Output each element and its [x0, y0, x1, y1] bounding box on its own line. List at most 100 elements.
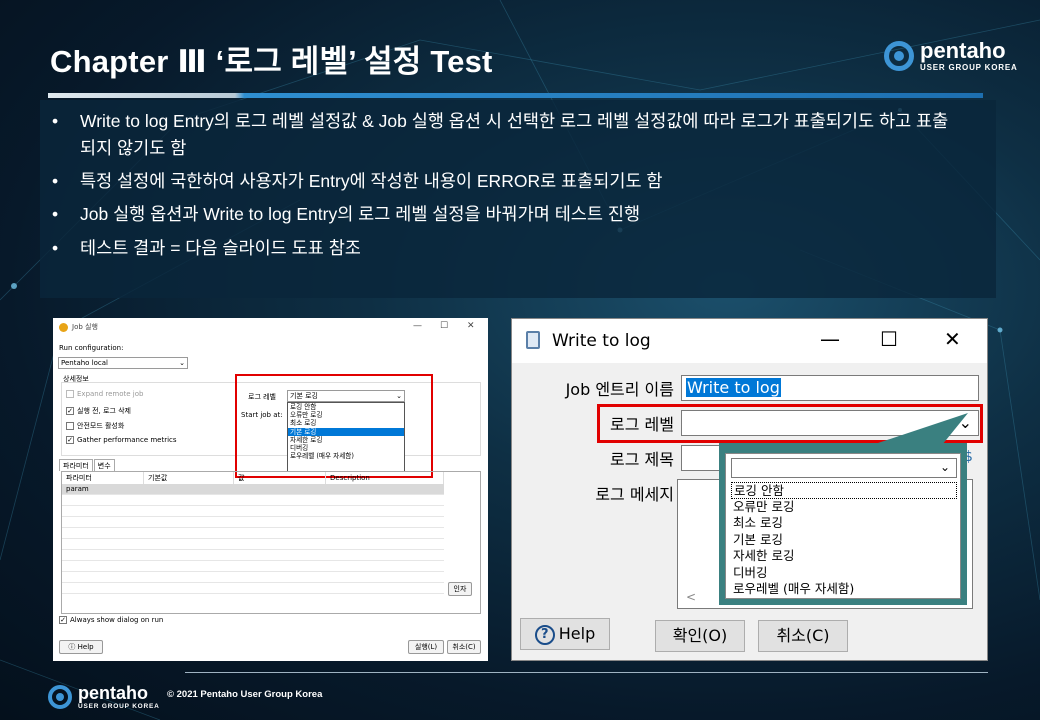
entry-name-input[interactable]: Write to log: [681, 375, 979, 401]
logo-name: pentaho: [78, 683, 148, 703]
bullet-item: Write to log Entry의 로그 레벨 설정값 & Job 실행 옵…: [52, 108, 952, 162]
table-cell: param: [66, 485, 89, 493]
minimize-icon[interactable]: —: [413, 321, 422, 331]
checkbox-checked-icon: ✓: [59, 616, 67, 624]
bullet-item: 테스트 결과 = 다음 슬라이드 도표 참조: [52, 235, 952, 262]
table-row[interactable]: [62, 550, 444, 561]
run-button[interactable]: 실행(L): [408, 640, 444, 654]
checkbox-checked-icon: ✓: [66, 436, 74, 444]
help-button[interactable]: ? Help: [520, 618, 610, 650]
table-row[interactable]: [62, 517, 444, 528]
run-config-select[interactable]: Pentaho local ⌄: [58, 357, 188, 369]
run-config-value: Pentaho local: [61, 359, 109, 367]
logo-subtitle: USER GROUP KOREA: [78, 703, 160, 710]
arguments-button[interactable]: 인자: [448, 582, 472, 596]
table-row[interactable]: [62, 572, 444, 583]
pentaho-logo-icon: [48, 685, 72, 710]
bullet-list: Write to log Entry의 로그 레벨 설정값 & Job 실행 옵…: [52, 108, 952, 268]
entry-name-label: Job 엔트리 이름: [565, 380, 674, 399]
close-icon[interactable]: ✕: [944, 327, 961, 351]
chevron-down-icon: ⌄: [179, 359, 185, 367]
dialog-titlebar: Job 실행: [53, 318, 488, 336]
checkbox-icon: [66, 390, 74, 398]
log-message-label: 로그 메세지: [595, 485, 674, 504]
table-row[interactable]: [62, 583, 444, 594]
cancel-button[interactable]: 취소(C): [758, 620, 848, 652]
tab-variables[interactable]: 변수: [93, 459, 115, 471]
chevron-down-icon: ⌄: [939, 460, 950, 474]
column-header: 파라미터: [62, 472, 144, 484]
callout-dropdown: ⌄ 로깅 안함 오류만 로깅 최소 로깅 기본 로깅 자세한 로깅 디버깅 로우…: [725, 453, 961, 599]
checkbox-label: 안전모드 활성화: [77, 422, 125, 430]
pentaho-logo-icon: [884, 41, 914, 71]
table-row[interactable]: [62, 539, 444, 550]
always-show-checkbox[interactable]: ✓ Always show dialog on run: [59, 616, 163, 624]
help-icon: ⓘ: [68, 643, 76, 651]
maximize-icon[interactable]: ☐: [440, 321, 448, 331]
dialog-title: Job 실행: [72, 323, 98, 331]
log-level-callout: ⌄ 로깅 안함 오류만 로깅 최소 로깅 기본 로깅 자세한 로깅 디버깅 로우…: [719, 443, 967, 605]
job-icon: [59, 322, 68, 332]
safe-mode-checkbox[interactable]: 안전모드 활성화: [66, 421, 124, 431]
document-icon: [526, 331, 540, 349]
expand-remote-checkbox[interactable]: Expand remote job: [66, 390, 143, 398]
highlight-box: [235, 374, 433, 478]
dialog-title: Write to log: [552, 331, 651, 351]
job-run-dialog: Job 실행 — ☐ ✕ Run configuration: Pentaho …: [53, 318, 488, 661]
dropdown-option[interactable]: 로깅 안함: [731, 482, 957, 499]
checkbox-label: Gather performance metrics: [77, 436, 177, 444]
cancel-button[interactable]: 취소(C): [447, 640, 481, 654]
pentaho-footer-logo: pentaho USER GROUP KOREA: [48, 684, 160, 711]
checkbox-label: Expand remote job: [77, 390, 144, 398]
close-icon[interactable]: ✕: [467, 321, 475, 331]
dropdown-option[interactable]: 오류만 로깅: [731, 499, 957, 516]
column-header: 값: [234, 472, 326, 484]
footer-divider: [185, 672, 988, 673]
maximize-icon[interactable]: ☐: [880, 327, 898, 351]
dropdown-option[interactable]: 자세한 로깅: [731, 548, 957, 565]
table-row[interactable]: [62, 506, 444, 517]
tab-bar: 파라미터 변수: [59, 459, 116, 471]
clear-log-checkbox[interactable]: ✓ 실행 전, 로그 삭제: [66, 406, 131, 416]
column-header: Description: [326, 472, 444, 484]
logo-subtitle: USER GROUP KOREA: [920, 63, 1018, 72]
dropdown-option[interactable]: 로우레벨 (매우 자세함): [731, 581, 957, 598]
dialog-titlebar: Write to log — ☐ ✕: [512, 319, 987, 363]
callout-select[interactable]: ⌄: [731, 458, 957, 478]
log-title-input[interactable]: [681, 445, 721, 471]
bullet-item: Job 실행 옵션과 Write to log Entry의 로그 레벨 설정을…: [52, 201, 952, 228]
copyright-text: © 2021 Pentaho User Group Korea: [167, 689, 323, 700]
tab-parameters[interactable]: 파라미터: [59, 459, 93, 471]
slide-title: Chapter Ⅲ ‘로그 레벨’ 설정 Test: [50, 44, 493, 79]
help-label: Help: [77, 643, 94, 651]
table-row[interactable]: [62, 495, 444, 506]
checkbox-icon: [66, 422, 74, 430]
column-header: 기본값: [144, 472, 234, 484]
pentaho-logo: pentaho USER GROUP KOREA: [884, 40, 1018, 72]
minimize-icon[interactable]: —: [820, 327, 840, 351]
write-to-log-dialog: Write to log — ☐ ✕ Job 엔트리 이름 Write to l…: [511, 318, 988, 661]
checkbox-checked-icon: ✓: [66, 407, 74, 415]
help-label: Help: [558, 624, 596, 643]
ok-button[interactable]: 확인(O): [655, 620, 745, 652]
log-level-options: 로깅 안함 오류만 로깅 최소 로깅 기본 로깅 자세한 로깅 디버깅 로우레벨…: [731, 482, 957, 598]
scroll-left-icon[interactable]: <: [686, 590, 696, 604]
entry-name-value: Write to log: [686, 378, 781, 397]
table-row[interactable]: [62, 561, 444, 572]
gather-metrics-checkbox[interactable]: ✓ Gather performance metrics: [66, 436, 177, 444]
parameters-table: 파라미터 기본값 값 Description param: [61, 471, 481, 614]
dropdown-option[interactable]: 디버깅: [731, 565, 957, 582]
dropdown-option[interactable]: 최소 로깅: [731, 515, 957, 532]
help-button[interactable]: ⓘ Help: [59, 640, 103, 654]
log-title-label: 로그 제목: [610, 450, 674, 469]
checkbox-label: 실행 전, 로그 삭제: [77, 407, 131, 415]
run-config-label: Run configuration:: [59, 344, 124, 352]
bullet-item: 특정 설정에 국한하여 사용자가 Entry에 작성한 내용이 ERROR로 표…: [52, 168, 952, 195]
logo-name: pentaho: [920, 38, 1006, 63]
table-row[interactable]: param: [62, 484, 444, 495]
table-row[interactable]: [62, 528, 444, 539]
checkbox-label: Always show dialog on run: [70, 616, 164, 624]
title-divider: [48, 93, 983, 98]
help-icon: ?: [534, 624, 555, 645]
dropdown-option[interactable]: 기본 로깅: [731, 532, 957, 549]
